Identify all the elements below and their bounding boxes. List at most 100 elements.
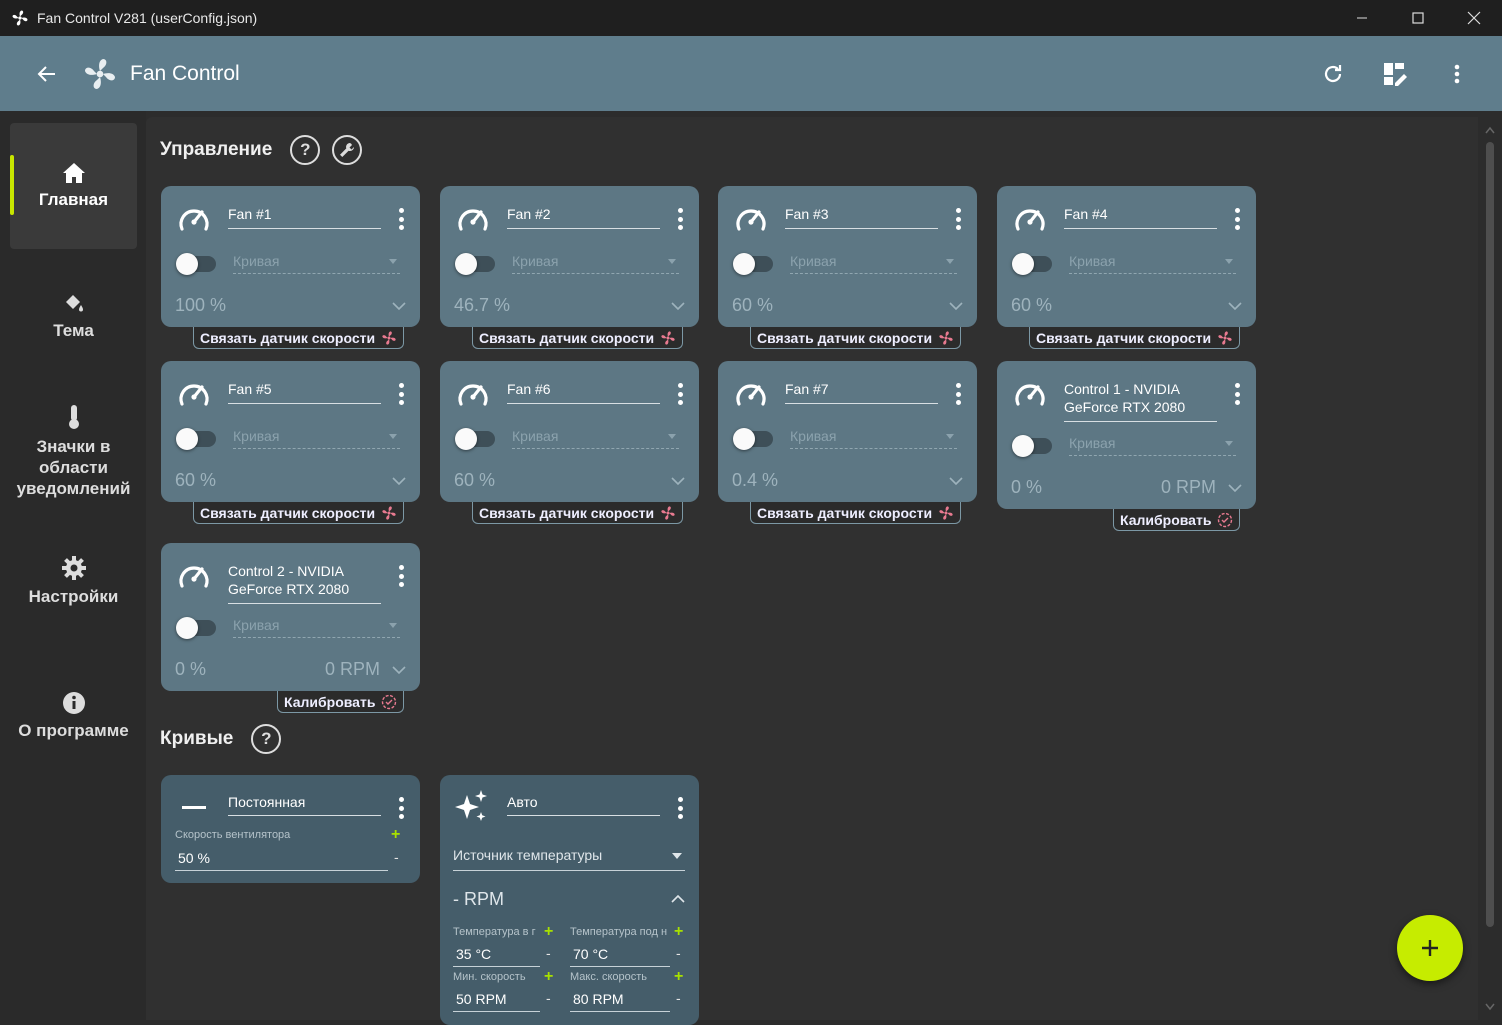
increment-button[interactable]: + xyxy=(544,923,553,941)
fan-speed-input[interactable]: 50 % xyxy=(175,850,388,871)
calibrate-button[interactable]: Калибровать xyxy=(277,691,405,713)
tools-button[interactable] xyxy=(332,135,363,165)
vertical-scrollbar[interactable] xyxy=(1482,120,1496,1015)
card-menu-button[interactable] xyxy=(677,383,683,405)
enable-toggle[interactable] xyxy=(1012,435,1052,457)
fan-pink-icon xyxy=(661,505,675,520)
scroll-down-icon[interactable] xyxy=(1485,1003,1495,1011)
back-button[interactable] xyxy=(30,57,64,91)
curve-select[interactable]: Кривая xyxy=(512,428,679,449)
decrement-button[interactable]: - xyxy=(394,849,399,865)
decrement-button[interactable]: - xyxy=(676,945,681,961)
control-name-input[interactable]: Fan #6 xyxy=(507,380,660,404)
pair-speed-sensor-button[interactable]: Связать датчик скорости xyxy=(472,502,684,524)
chevron-down-icon[interactable] xyxy=(949,474,963,488)
enable-toggle[interactable] xyxy=(176,253,216,275)
scrollbar-thumb[interactable] xyxy=(1486,142,1494,927)
sidebar-item-theme[interactable]: Тема xyxy=(10,281,137,351)
temp-load-input[interactable]: 70 °C xyxy=(570,946,670,967)
chevron-down-icon[interactable] xyxy=(392,299,406,313)
chevron-down-icon[interactable] xyxy=(1228,481,1242,495)
more-menu-button[interactable] xyxy=(1442,59,1472,89)
pair-speed-sensor-button[interactable]: Связать датчик скорости xyxy=(750,327,962,349)
enable-toggle[interactable] xyxy=(455,253,495,275)
control-name-input[interactable]: Fan #7 xyxy=(785,380,938,404)
calibrate-button[interactable]: Калибровать xyxy=(1113,509,1241,531)
chevron-down-icon[interactable] xyxy=(392,663,406,677)
pair-speed-sensor-button[interactable]: Связать датчик скорости xyxy=(472,327,684,349)
card-menu-button[interactable] xyxy=(398,797,404,819)
enable-toggle[interactable] xyxy=(455,428,495,450)
curve-select[interactable]: Кривая xyxy=(790,428,957,449)
scroll-up-icon[interactable] xyxy=(1485,126,1495,134)
card-menu-button[interactable] xyxy=(677,208,683,230)
control-name-input[interactable]: Fan #1 xyxy=(228,205,381,229)
curve-select[interactable]: Кривая xyxy=(233,253,400,274)
enable-toggle[interactable] xyxy=(733,428,773,450)
temperature-source-select[interactable]: Источник температуры xyxy=(453,847,685,871)
control-name-input[interactable]: Fan #5 xyxy=(228,380,381,404)
min-speed-input[interactable]: 50 RPM xyxy=(453,991,540,1012)
chevron-down-icon[interactable] xyxy=(671,474,685,488)
card-menu-button[interactable] xyxy=(398,208,404,230)
increment-button[interactable]: + xyxy=(544,968,553,986)
curve-select[interactable]: Кривая xyxy=(1069,253,1236,274)
curve-select[interactable]: Кривая xyxy=(233,617,400,638)
sidebar-item-home[interactable]: Главная xyxy=(10,123,137,249)
curve-name-input[interactable]: Постоянная xyxy=(228,794,381,816)
increment-button[interactable]: + xyxy=(674,968,683,986)
decrement-button[interactable]: - xyxy=(546,990,551,1006)
control-name-input[interactable]: Control 1 - NVIDIA GeForce RTX 2080 xyxy=(1064,380,1217,422)
card-menu-button[interactable] xyxy=(398,565,404,587)
control-name-input[interactable]: Fan #4 xyxy=(1064,205,1217,229)
card-menu-button[interactable] xyxy=(955,208,961,230)
fan-pink-icon xyxy=(382,505,396,520)
increment-button[interactable]: + xyxy=(674,923,683,941)
curve-select[interactable]: Кривая xyxy=(1069,435,1236,456)
card-menu-button[interactable] xyxy=(1234,208,1240,230)
sidebar-item-settings[interactable]: Настройки xyxy=(10,551,137,611)
maximize-button[interactable] xyxy=(1390,0,1446,36)
chevron-down-icon[interactable] xyxy=(392,474,406,488)
card-menu-button[interactable] xyxy=(677,797,683,819)
chevron-up-icon[interactable] xyxy=(671,895,685,903)
help-button[interactable]: ? xyxy=(290,135,321,165)
gauge-icon xyxy=(179,566,209,588)
enable-toggle[interactable] xyxy=(733,253,773,275)
curve-select[interactable]: Кривая xyxy=(512,253,679,274)
chevron-down-icon[interactable] xyxy=(1228,299,1242,313)
max-speed-input[interactable]: 80 RPM xyxy=(570,991,670,1012)
control-name-input[interactable]: Fan #2 xyxy=(507,205,660,229)
plus-icon xyxy=(1422,940,1438,956)
card-menu-button[interactable] xyxy=(398,383,404,405)
pair-speed-sensor-button[interactable]: Связать датчик скорости xyxy=(193,502,405,524)
dashboard-edit-button[interactable] xyxy=(1380,59,1410,89)
enable-toggle[interactable] xyxy=(1012,253,1052,275)
control-name-input[interactable]: Fan #3 xyxy=(785,205,938,229)
pair-speed-sensor-button[interactable]: Связать датчик скорости xyxy=(750,502,962,524)
enable-toggle[interactable] xyxy=(176,617,216,639)
temp-idle-input[interactable]: 35 °C xyxy=(453,946,540,967)
card-menu-button[interactable] xyxy=(1234,383,1240,405)
curve-select[interactable]: Кривая xyxy=(233,428,400,449)
curves-help-button[interactable]: ? xyxy=(251,724,282,754)
increment-button[interactable]: + xyxy=(391,826,400,844)
decrement-button[interactable]: - xyxy=(676,990,681,1006)
chevron-down-icon[interactable] xyxy=(671,299,685,313)
card-menu-button[interactable] xyxy=(955,383,961,405)
pair-speed-sensor-button[interactable]: Связать датчик скорости xyxy=(1029,327,1241,349)
refresh-button[interactable] xyxy=(1318,59,1348,89)
add-button[interactable] xyxy=(1397,915,1463,981)
minimize-button[interactable] xyxy=(1334,0,1390,36)
decrement-button[interactable]: - xyxy=(546,945,551,961)
close-button[interactable] xyxy=(1446,0,1502,36)
sidebar-item-about[interactable]: О программе xyxy=(10,686,137,746)
control-card: Fan #2 Кривая 46.7 % xyxy=(440,186,699,327)
enable-toggle[interactable] xyxy=(176,428,216,450)
curve-select[interactable]: Кривая xyxy=(790,253,957,274)
curve-name-input[interactable]: Авто xyxy=(507,794,660,816)
control-name-input[interactable]: Control 2 - NVIDIA GeForce RTX 2080 xyxy=(228,562,381,604)
chevron-down-icon[interactable] xyxy=(949,299,963,313)
pair-speed-sensor-button[interactable]: Связать датчик скорости xyxy=(193,327,405,349)
sidebar-item-tray-icons[interactable]: Значки в области уведомлений xyxy=(10,401,137,501)
